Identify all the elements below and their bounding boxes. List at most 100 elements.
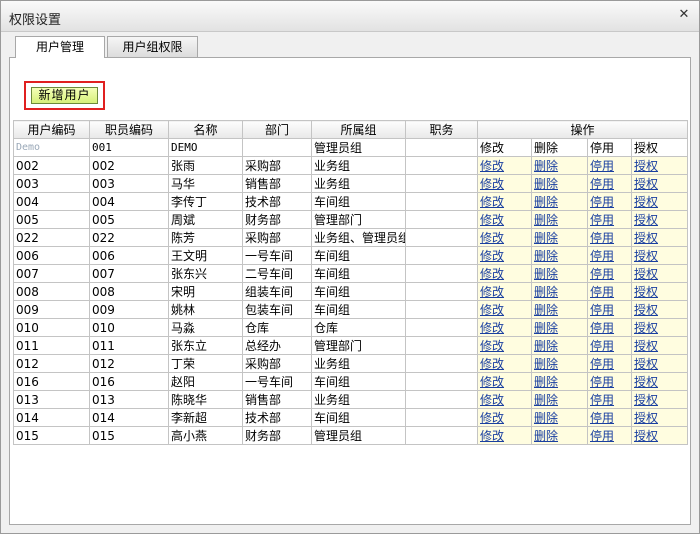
cell-title bbox=[405, 408, 478, 427]
delete-link[interactable]: 删除 bbox=[534, 429, 558, 443]
table-row[interactable]: 003 003 马华 销售部 业务组 修改 删除 停用 授权 bbox=[13, 174, 689, 193]
edit-link[interactable]: 修改 bbox=[480, 159, 504, 173]
action-cell: 修改 bbox=[477, 156, 532, 175]
cell-department: 二号车间 bbox=[242, 264, 312, 283]
header-user-code[interactable]: 用户编码 bbox=[13, 120, 90, 139]
disable-link[interactable]: 停用 bbox=[590, 159, 614, 173]
disable-link[interactable]: 停用 bbox=[590, 339, 614, 353]
edit-link[interactable]: 修改 bbox=[480, 303, 504, 317]
edit-link[interactable]: 修改 bbox=[480, 411, 504, 425]
table-row[interactable]: 012 012 丁荣 采购部 业务组 修改 删除 停用 授权 bbox=[13, 354, 689, 373]
tab-user-group-permissions[interactable]: 用户组权限 bbox=[107, 36, 198, 57]
disable-link[interactable]: 停用 bbox=[590, 375, 614, 389]
grant-link[interactable]: 授权 bbox=[634, 321, 658, 335]
delete-link[interactable]: 删除 bbox=[534, 213, 558, 227]
delete-link[interactable]: 删除 bbox=[534, 285, 558, 299]
grant-link[interactable]: 授权 bbox=[634, 195, 658, 209]
edit-link[interactable]: 修改 bbox=[480, 285, 504, 299]
disable-link[interactable]: 停用 bbox=[590, 411, 614, 425]
disable-link[interactable]: 停用 bbox=[590, 267, 614, 281]
disable-link[interactable]: 停用 bbox=[590, 357, 614, 371]
delete-link[interactable]: 删除 bbox=[534, 195, 558, 209]
grant-link[interactable]: 授权 bbox=[634, 159, 658, 173]
table-row[interactable]: 002 002 张雨 采购部 业务组 修改 删除 停用 授权 bbox=[13, 156, 689, 175]
grant-link[interactable]: 授权 bbox=[634, 249, 658, 263]
table-row[interactable]: 013 013 陈晓华 销售部 业务组 修改 删除 停用 授权 bbox=[13, 390, 689, 409]
table-row[interactable]: 007 007 张东兴 二号车间 车间组 修改 删除 停用 授权 bbox=[13, 264, 689, 283]
header-group[interactable]: 所属组 bbox=[311, 120, 406, 139]
table-row[interactable]: 022 022 陈芳 采购部 业务组、管理员组 修改 删除 停用 授权 bbox=[13, 228, 689, 247]
edit-link[interactable]: 修改 bbox=[480, 249, 504, 263]
delete-link[interactable]: 删除 bbox=[534, 321, 558, 335]
disable-link[interactable]: 停用 bbox=[590, 321, 614, 335]
grant-link[interactable]: 授权 bbox=[634, 375, 658, 389]
disable-link[interactable]: 停用 bbox=[590, 177, 614, 191]
cell-user-code: 002 bbox=[13, 156, 90, 175]
disable-link[interactable]: 停用 bbox=[590, 195, 614, 209]
close-icon[interactable]: ✕ bbox=[677, 8, 691, 22]
edit-link[interactable]: 修改 bbox=[480, 195, 504, 209]
cell-user-code: 004 bbox=[13, 192, 90, 211]
table-row[interactable]: 011 011 张东立 总经办 管理部门 修改 删除 停用 授权 bbox=[13, 336, 689, 355]
edit-link[interactable]: 修改 bbox=[480, 339, 504, 353]
edit-link[interactable]: 修改 bbox=[480, 231, 504, 245]
delete-link[interactable]: 删除 bbox=[534, 303, 558, 317]
table-row[interactable]: 006 006 王文明 一号车间 车间组 修改 删除 停用 授权 bbox=[13, 246, 689, 265]
edit-link[interactable]: 修改 bbox=[480, 321, 504, 335]
delete-link[interactable]: 删除 bbox=[534, 357, 558, 371]
table-row[interactable]: 015 015 高小燕 财务部 管理员组 修改 删除 停用 授权 bbox=[13, 426, 689, 445]
disable-link[interactable]: 停用 bbox=[590, 231, 614, 245]
table-row[interactable]: 010 010 马淼 仓库 仓库 修改 删除 停用 授权 bbox=[13, 318, 689, 337]
edit-link[interactable]: 修改 bbox=[480, 177, 504, 191]
grant-link[interactable]: 授权 bbox=[634, 393, 658, 407]
edit-link[interactable]: 修改 bbox=[480, 267, 504, 281]
delete-link[interactable]: 删除 bbox=[534, 339, 558, 353]
disable-link[interactable]: 停用 bbox=[590, 393, 614, 407]
delete-link[interactable]: 删除 bbox=[534, 375, 558, 389]
edit-link[interactable]: 修改 bbox=[480, 429, 504, 443]
table-row[interactable]: 004 004 李传丁 技术部 车间组 修改 删除 停用 授权 bbox=[13, 192, 689, 211]
table-row[interactable]: 009 009 姚林 包装车间 车间组 修改 删除 停用 授权 bbox=[13, 300, 689, 319]
disable-link[interactable]: 停用 bbox=[590, 213, 614, 227]
delete-link[interactable]: 删除 bbox=[534, 159, 558, 173]
disable-link[interactable]: 停用 bbox=[590, 429, 614, 443]
add-user-button[interactable]: 新增用户 bbox=[31, 87, 98, 104]
grant-link[interactable]: 授权 bbox=[634, 177, 658, 191]
header-title[interactable]: 职务 bbox=[405, 120, 478, 139]
table-row[interactable]: 005 005 周斌 财务部 管理部门 修改 删除 停用 授权 bbox=[13, 210, 689, 229]
delete-link[interactable]: 删除 bbox=[534, 231, 558, 245]
edit-link[interactable]: 修改 bbox=[480, 375, 504, 389]
user-table: 用户编码 职员编码 名称 部门 所属组 职务 操作 Demo 001 DEMO … bbox=[13, 120, 689, 445]
grant-link[interactable]: 授权 bbox=[634, 213, 658, 227]
grant-link[interactable]: 授权 bbox=[634, 231, 658, 245]
delete-link[interactable]: 删除 bbox=[534, 393, 558, 407]
table-row[interactable]: 014 014 李新超 技术部 车间组 修改 删除 停用 授权 bbox=[13, 408, 689, 427]
edit-link[interactable]: 修改 bbox=[480, 357, 504, 371]
grant-link[interactable]: 授权 bbox=[634, 303, 658, 317]
action-cell: 删除 bbox=[531, 372, 588, 391]
disable-link[interactable]: 停用 bbox=[590, 303, 614, 317]
grant-link[interactable]: 授权 bbox=[634, 339, 658, 353]
cell-title bbox=[405, 282, 478, 301]
grant-link[interactable]: 授权 bbox=[634, 411, 658, 425]
table-row[interactable]: 008 008 宋明 组装车间 车间组 修改 删除 停用 授权 bbox=[13, 282, 689, 301]
grant-link[interactable]: 授权 bbox=[634, 267, 658, 281]
table-row[interactable]: 016 016 赵阳 一号车间 车间组 修改 删除 停用 授权 bbox=[13, 372, 689, 391]
grant-link[interactable]: 授权 bbox=[634, 429, 658, 443]
delete-link[interactable]: 删除 bbox=[534, 267, 558, 281]
disable-link[interactable]: 停用 bbox=[590, 285, 614, 299]
grant-link[interactable]: 授权 bbox=[634, 285, 658, 299]
cell-title bbox=[405, 354, 478, 373]
header-staff-code[interactable]: 职员编码 bbox=[89, 120, 169, 139]
header-department[interactable]: 部门 bbox=[242, 120, 312, 139]
table-row-demo[interactable]: Demo 001 DEMO 管理员组 修改 删除 停用 授权 bbox=[13, 138, 689, 157]
delete-link[interactable]: 删除 bbox=[534, 177, 558, 191]
edit-link[interactable]: 修改 bbox=[480, 393, 504, 407]
delete-link[interactable]: 删除 bbox=[534, 411, 558, 425]
header-name[interactable]: 名称 bbox=[168, 120, 243, 139]
delete-link[interactable]: 删除 bbox=[534, 249, 558, 263]
edit-link[interactable]: 修改 bbox=[480, 213, 504, 227]
disable-link[interactable]: 停用 bbox=[590, 249, 614, 263]
grant-link[interactable]: 授权 bbox=[634, 357, 658, 371]
tab-user-management[interactable]: 用户管理 bbox=[15, 36, 105, 58]
